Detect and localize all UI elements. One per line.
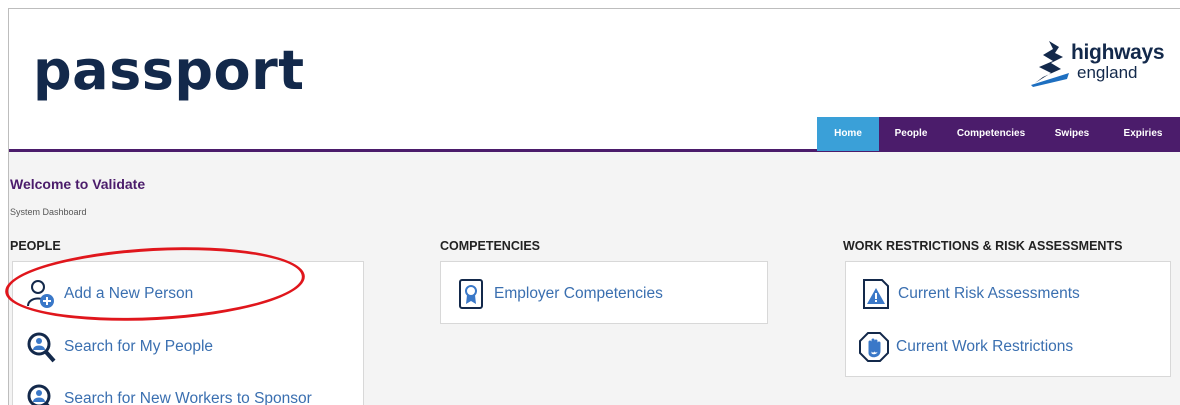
highways-england-logo-icon — [1031, 41, 1069, 87]
search-new-workers-label: Search for New Workers to Sponsor — [64, 390, 312, 405]
add-new-person-link[interactable]: Add a New Person — [26, 276, 193, 312]
tab-people[interactable]: People — [879, 117, 943, 151]
tab-swipes[interactable]: Swipes — [1039, 117, 1105, 151]
add-person-icon — [26, 278, 56, 310]
brand-name-line2: england — [1077, 63, 1138, 82]
tab-competencies[interactable]: Competencies — [943, 117, 1039, 151]
current-work-restrictions-label: Current Work Restrictions — [896, 338, 1074, 355]
tab-home[interactable]: Home — [817, 117, 879, 151]
current-risk-assessments-link[interactable]: Current Risk Assessments — [860, 276, 1080, 312]
tab-expiries[interactable]: Expiries — [1105, 117, 1180, 151]
search-my-people-link[interactable]: Search for My People — [26, 329, 213, 365]
stop-hand-icon — [858, 331, 889, 363]
app-title: passport — [33, 39, 305, 102]
work-restrictions-section-title: WORK RESTRICTIONS & RISK ASSESSMENTS — [843, 239, 1123, 253]
search-person-icon — [26, 331, 56, 363]
page-title: Welcome to Validate — [10, 176, 146, 192]
brand-name-line1: highways — [1071, 41, 1165, 64]
employer-competencies-link[interactable]: Employer Competencies — [456, 276, 663, 312]
search-worker-icon — [26, 383, 56, 405]
certificate-icon — [456, 278, 486, 310]
current-risk-assessments-label: Current Risk Assessments — [898, 285, 1080, 302]
brand-logo[interactable]: highways england — [1029, 39, 1180, 89]
search-my-people-label: Search for My People — [64, 338, 214, 355]
warning-document-icon — [860, 278, 890, 310]
add-new-person-label: Add a New Person — [64, 285, 194, 302]
current-work-restrictions-link[interactable]: Current Work Restrictions — [858, 329, 1073, 365]
search-new-workers-link[interactable]: Search for New Workers to Sponsor — [26, 381, 312, 405]
employer-competencies-label: Employer Competencies — [494, 285, 663, 302]
page-subtitle: System Dashboard — [10, 207, 87, 217]
people-section-title: PEOPLE — [10, 239, 61, 253]
competencies-section-title: COMPETENCIES — [440, 239, 541, 253]
